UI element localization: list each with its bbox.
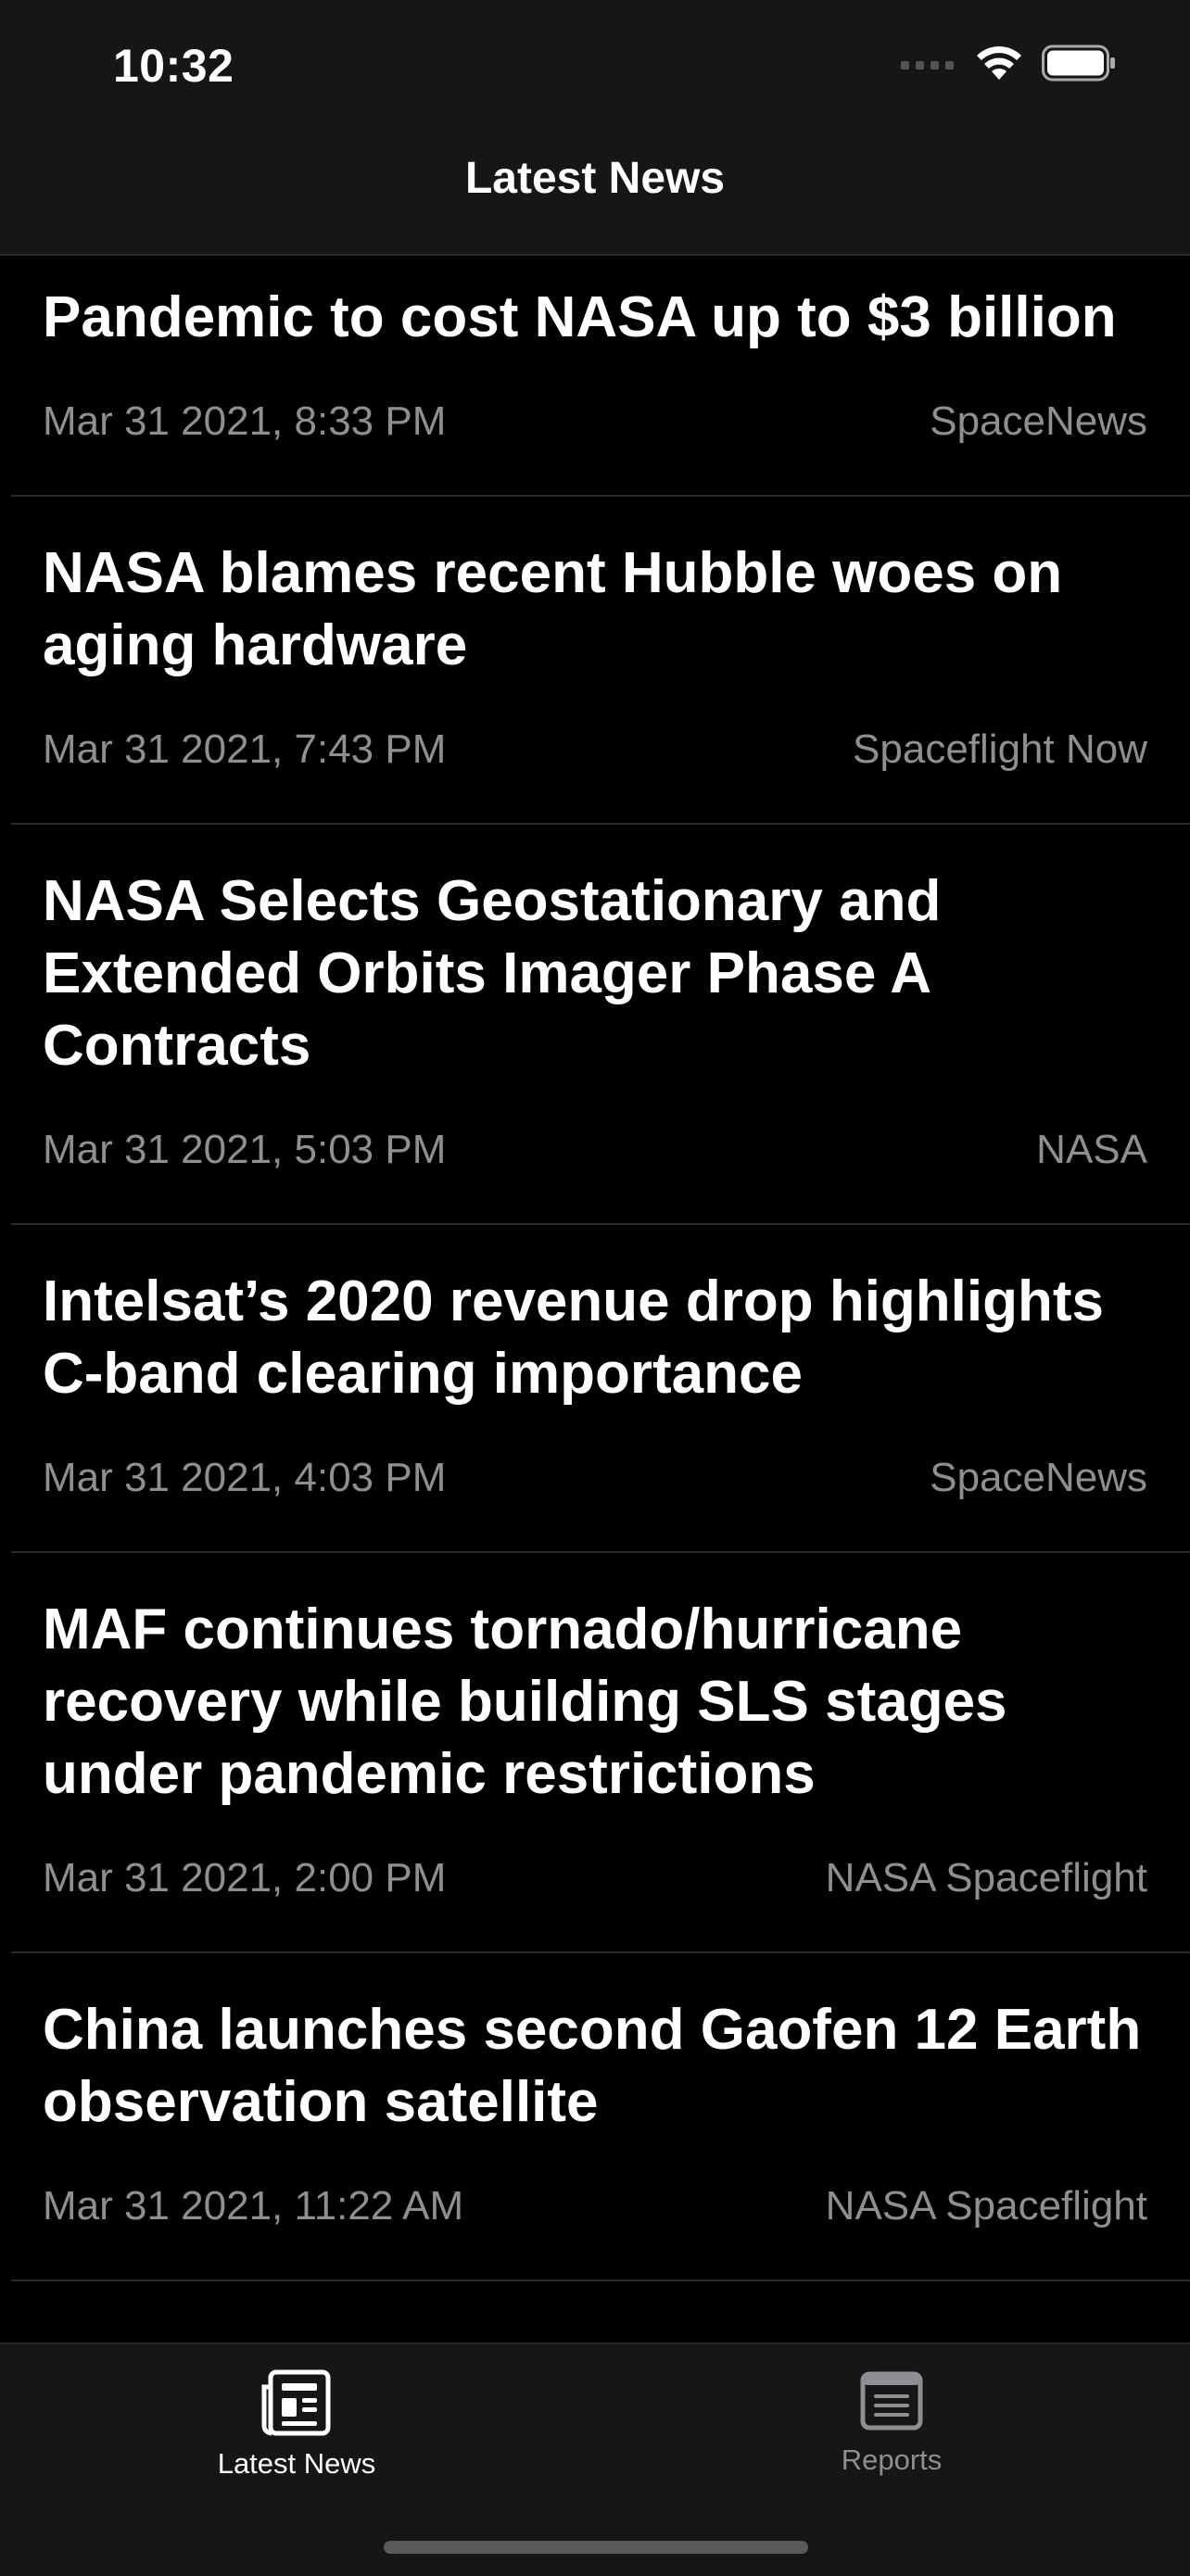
tab-latest-news[interactable]: Latest News bbox=[158, 2368, 436, 2481]
article-meta: Mar 31 2021, 7:43 PM Spaceflight Now bbox=[43, 682, 1147, 823]
article-source: Spaceflight Now bbox=[853, 726, 1147, 772]
battery-icon bbox=[1042, 44, 1116, 86]
article-title: MAF continues tornado/hurricane recovery… bbox=[43, 1597, 1007, 1806]
wifi-icon bbox=[975, 44, 1023, 86]
article-title: NASA blames recent Hubble woes on aging … bbox=[43, 541, 1063, 677]
article-meta: Mar 31 2021, 4:03 PM SpaceNews bbox=[43, 1410, 1147, 1551]
article-date: Mar 31 2021, 8:33 PM bbox=[43, 398, 447, 444]
status-bar: 10:32 bbox=[0, 0, 1190, 139]
newspaper-icon bbox=[260, 2368, 334, 2442]
tab-bar: Latest News Reports bbox=[0, 2342, 1190, 2576]
news-list[interactable]: Pandemic to cost NASA up to $3 billion Ma… bbox=[0, 254, 1190, 2342]
news-article-content: China launches second Gaofen 12 Earth ob… bbox=[43, 1953, 1147, 2279]
news-article-row[interactable]: Pandemic to cost NASA up to $3 billion Ma… bbox=[11, 254, 1190, 497]
article-title: China launches second Gaofen 12 Earth ob… bbox=[43, 1998, 1142, 2134]
cellular-icon bbox=[901, 56, 956, 75]
article-source: NASA Spaceflight bbox=[825, 2183, 1147, 2229]
tab-latest-news-label: Latest News bbox=[217, 2447, 376, 2480]
article-date: Mar 31 2021, 5:03 PM bbox=[43, 1127, 447, 1172]
news-article-content: NASA Selects Geostationary and Extended … bbox=[43, 825, 1147, 1223]
article-meta: Mar 31 2021, 11:22 AM NASA Spaceflight bbox=[43, 2139, 1147, 2279]
tab-reports-label: Reports bbox=[841, 2443, 943, 2476]
navigation-bar: Latest News bbox=[0, 139, 1190, 256]
article-meta: Mar 31 2021, 5:03 PM NASA bbox=[43, 1082, 1147, 1223]
article-date: Mar 31 2021, 2:00 PM bbox=[43, 1855, 447, 1900]
article-title: Pandemic to cost NASA up to $3 billion bbox=[43, 285, 1117, 349]
article-title: Intelsat’s 2020 revenue drop highlights … bbox=[43, 1269, 1105, 1406]
article-source: NASA bbox=[1036, 1127, 1147, 1172]
article-meta: Mar 31 2021, 2:00 PM NASA Spaceflight bbox=[43, 1811, 1147, 1951]
article-meta: Mar 31 2021, 8:33 PM SpaceNews bbox=[43, 354, 1147, 495]
status-time: 10:32 bbox=[113, 40, 234, 92]
news-article-content: NASA blames recent Hubble woes on aging … bbox=[43, 497, 1147, 823]
news-article-row[interactable]: MAF continues tornado/hurricane recovery… bbox=[11, 1553, 1190, 1953]
article-source: NASA Spaceflight bbox=[825, 1855, 1147, 1900]
report-icon bbox=[859, 2368, 924, 2438]
news-article-content: Intelsat’s 2020 revenue drop highlights … bbox=[43, 1225, 1147, 1551]
news-article-content: Pandemic to cost NASA up to $3 billion Ma… bbox=[43, 254, 1147, 495]
article-date: Mar 31 2021, 4:03 PM bbox=[43, 1455, 447, 1500]
news-article-row[interactable]: China launches second Gaofen 12 Earth ob… bbox=[11, 1953, 1190, 2281]
news-article-row[interactable]: NASA Selects Geostationary and Extended … bbox=[11, 825, 1190, 1225]
news-article-content: MAF continues tornado/hurricane recovery… bbox=[43, 1553, 1147, 1951]
news-article-row[interactable]: NASA blames recent Hubble woes on aging … bbox=[11, 497, 1190, 825]
news-article-row[interactable]: Intelsat’s 2020 revenue drop highlights … bbox=[11, 1225, 1190, 1553]
article-date: Mar 31 2021, 7:43 PM bbox=[43, 726, 447, 772]
article-source: SpaceNews bbox=[930, 1455, 1147, 1500]
article-source: SpaceNews bbox=[930, 398, 1147, 444]
status-icons bbox=[901, 44, 1116, 86]
page-title: Latest News bbox=[464, 153, 726, 203]
article-title: NASA Selects Geostationary and Extended … bbox=[43, 869, 942, 1078]
tab-reports[interactable]: Reports bbox=[753, 2368, 1031, 2477]
home-indicator bbox=[384, 2541, 808, 2554]
article-date: Mar 31 2021, 11:22 AM bbox=[43, 2183, 464, 2229]
news-list-content: Pandemic to cost NASA up to $3 billion Ma… bbox=[0, 254, 1190, 2281]
